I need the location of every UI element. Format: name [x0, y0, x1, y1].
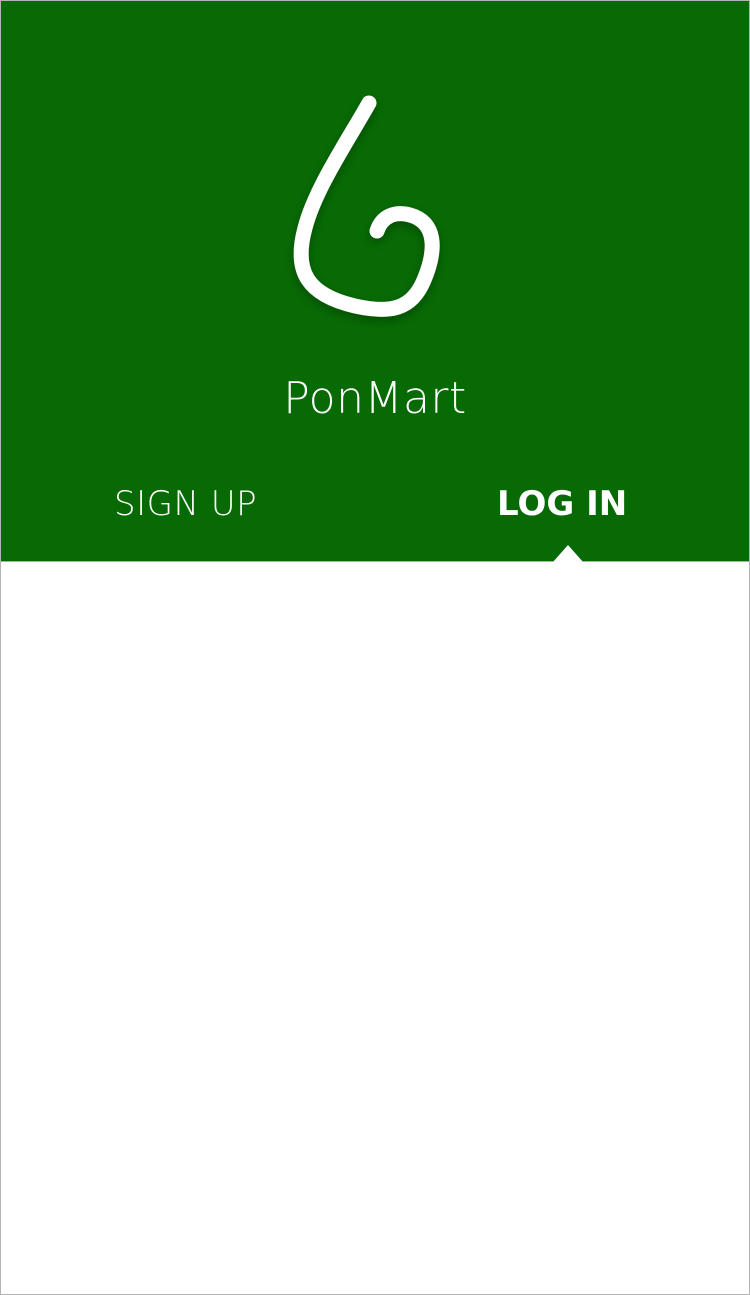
brand-header: PonMart SIGN UP LOG IN [1, 1, 749, 562]
ponmart-logo-icon [281, 89, 461, 329]
tab-sign-up[interactable]: SIGN UP [114, 479, 257, 529]
tab-log-in[interactable]: LOG IN [497, 479, 627, 529]
app-name: PonMart [283, 373, 467, 424]
app-screen: PonMart SIGN UP LOG IN [0, 0, 750, 1295]
active-tab-indicator [553, 543, 583, 562]
login-content-area [1, 562, 749, 1294]
